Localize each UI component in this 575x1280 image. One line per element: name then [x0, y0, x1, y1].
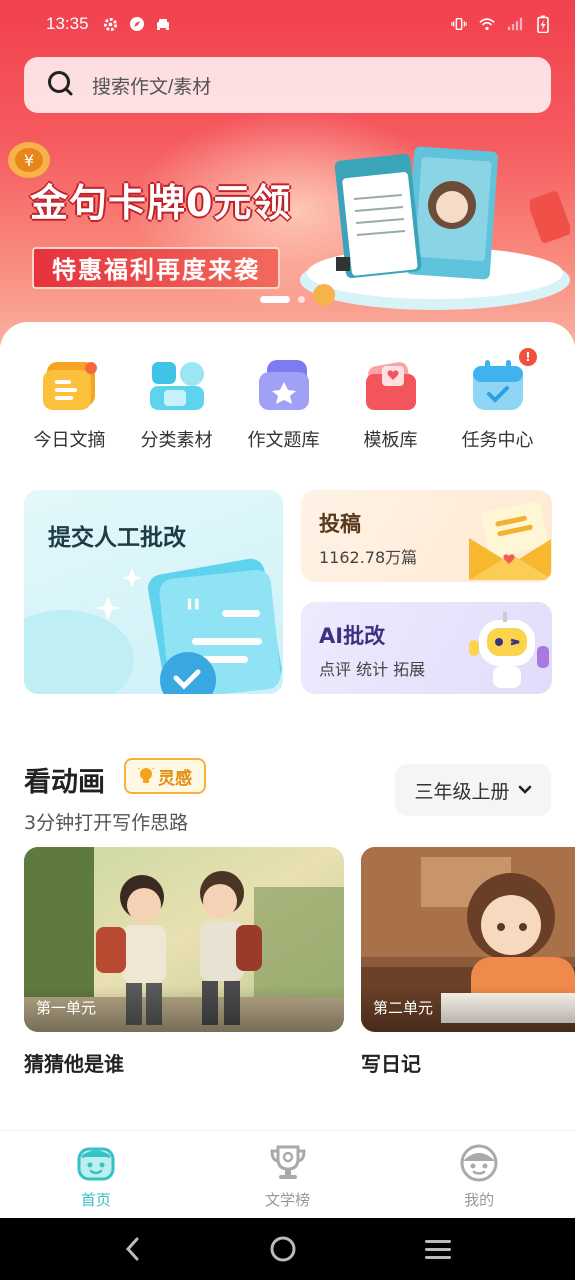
category-material-icon [149, 362, 204, 410]
document-check-icon: " [24, 558, 282, 694]
quick-label: 今日文摘 [33, 430, 106, 451]
banner-dot-active [260, 296, 290, 303]
ai-correction-title: AI批改 [319, 624, 386, 648]
task-badge: ! [519, 348, 537, 366]
quick-item-template-library[interactable]: 模板库 [337, 358, 444, 452]
search-placeholder: 搜索作文/素材 [92, 76, 212, 98]
nav-label: 首页 [80, 1191, 111, 1209]
unit-label: 第二单元 [373, 999, 434, 1017]
system-nav-bar [0, 1218, 575, 1280]
nav-literature-ranking[interactable]: 文学榜 [192, 1131, 384, 1218]
video-title-2[interactable]: 写日记 [361, 1048, 421, 1077]
nav-home[interactable]: 首页 [0, 1131, 192, 1218]
back-icon[interactable] [123, 1236, 143, 1262]
home-icon [77, 1147, 115, 1181]
envelope-icon [469, 501, 551, 580]
daily-digest-icon [42, 362, 97, 410]
wifi-icon [479, 16, 495, 32]
status-time: 13:35 [46, 14, 89, 33]
quick-label: 模板库 [363, 430, 418, 451]
search-bar[interactable]: 搜索作文/素材 [24, 57, 551, 113]
profile-icon [460, 1144, 498, 1182]
quick-item-daily-digest[interactable]: 今日文摘 [16, 358, 123, 452]
quick-label: 任务中心 [461, 430, 534, 451]
settings-icon [103, 16, 119, 32]
grade-selector[interactable]: 三年级上册 [395, 764, 551, 816]
top-banner-area: 13:35 搜索作文/素材 ¥ 金句卡牌0元领 特惠福利再度来袭 [0, 0, 575, 345]
task-center-icon [472, 360, 523, 410]
svg-text:¥: ¥ [24, 151, 34, 170]
quick-label: 分类素材 [140, 430, 213, 451]
menu-icon[interactable] [424, 1237, 452, 1261]
battery-charging-icon [535, 15, 551, 33]
bottom-nav: 首页 文学榜 我的 [0, 1130, 575, 1218]
quick-item-task-center[interactable]: ! 任务中心 [444, 348, 551, 452]
submission-card[interactable]: 投稿 1162.78万篇 [301, 490, 552, 582]
quick-item-category-material[interactable]: 分类素材 [123, 358, 230, 452]
unit-label: 第一单元 [36, 999, 97, 1017]
template-library-icon [365, 362, 416, 410]
signal-icon [507, 16, 523, 32]
search-icon [46, 69, 74, 101]
status-bar: 13:35 [0, 0, 575, 48]
nav-profile[interactable]: 我的 [383, 1131, 575, 1218]
grade-selector-label: 三年级上册 [414, 780, 510, 803]
ai-correction-card[interactable]: AI批改 点评 统计 拓展 [301, 602, 552, 694]
unit-label-overlay: 第二单元 [361, 986, 575, 1032]
submission-title: 投稿 [319, 512, 361, 536]
nav-label: 我的 [464, 1191, 495, 1209]
robot-icon [469, 612, 549, 688]
trophy-icon [269, 1145, 306, 1179]
banner-dot [298, 296, 305, 303]
banner-title[interactable]: 金句卡牌0元领 [30, 172, 291, 227]
quick-menu: 今日文摘 分类素材 作文题库 模板库 ! 任务中心 [0, 348, 575, 452]
banner-subtitle[interactable]: 特惠福利再度来袭 [32, 247, 280, 289]
quick-label: 作文题库 [247, 430, 320, 451]
main-content: 今日文摘 分类素材 作文题库 模板库 ! 任务中心 提交人工批改 " 投稿 11… [0, 322, 575, 1130]
car-icon [155, 16, 171, 32]
video-title-1[interactable]: 猜猜他是谁 [24, 1048, 124, 1077]
svg-text:": " [184, 592, 202, 638]
chevron-down-icon [518, 785, 531, 794]
card-deck-illustration [300, 146, 570, 310]
banner-pagination [260, 296, 305, 303]
quick-item-essay-bank[interactable]: 作文题库 [230, 358, 337, 452]
compass-icon [129, 16, 145, 32]
vibrate-icon [451, 16, 467, 32]
ai-correction-subtitle: 点评 统计 拓展 [319, 660, 426, 679]
lightbulb-icon [138, 767, 154, 783]
animation-section-subtitle: 3分钟打开写作思路 [24, 812, 189, 834]
submission-count: 1162.78万篇 [319, 548, 418, 567]
home-circle-icon[interactable] [269, 1235, 297, 1263]
video-card-2[interactable]: 第二单元 [361, 847, 575, 1032]
inspiration-tag-label: 灵感 [158, 768, 192, 789]
video-card-1[interactable]: 第一单元 [24, 847, 344, 1032]
unit-label-overlay: 第一单元 [24, 986, 344, 1032]
inspiration-tag: 灵感 [124, 758, 206, 794]
animation-section-title: 看动画 [24, 767, 105, 798]
manual-correction-card[interactable]: 提交人工批改 " [24, 490, 283, 694]
essay-bank-icon [258, 360, 309, 410]
nav-label: 文学榜 [265, 1191, 311, 1209]
